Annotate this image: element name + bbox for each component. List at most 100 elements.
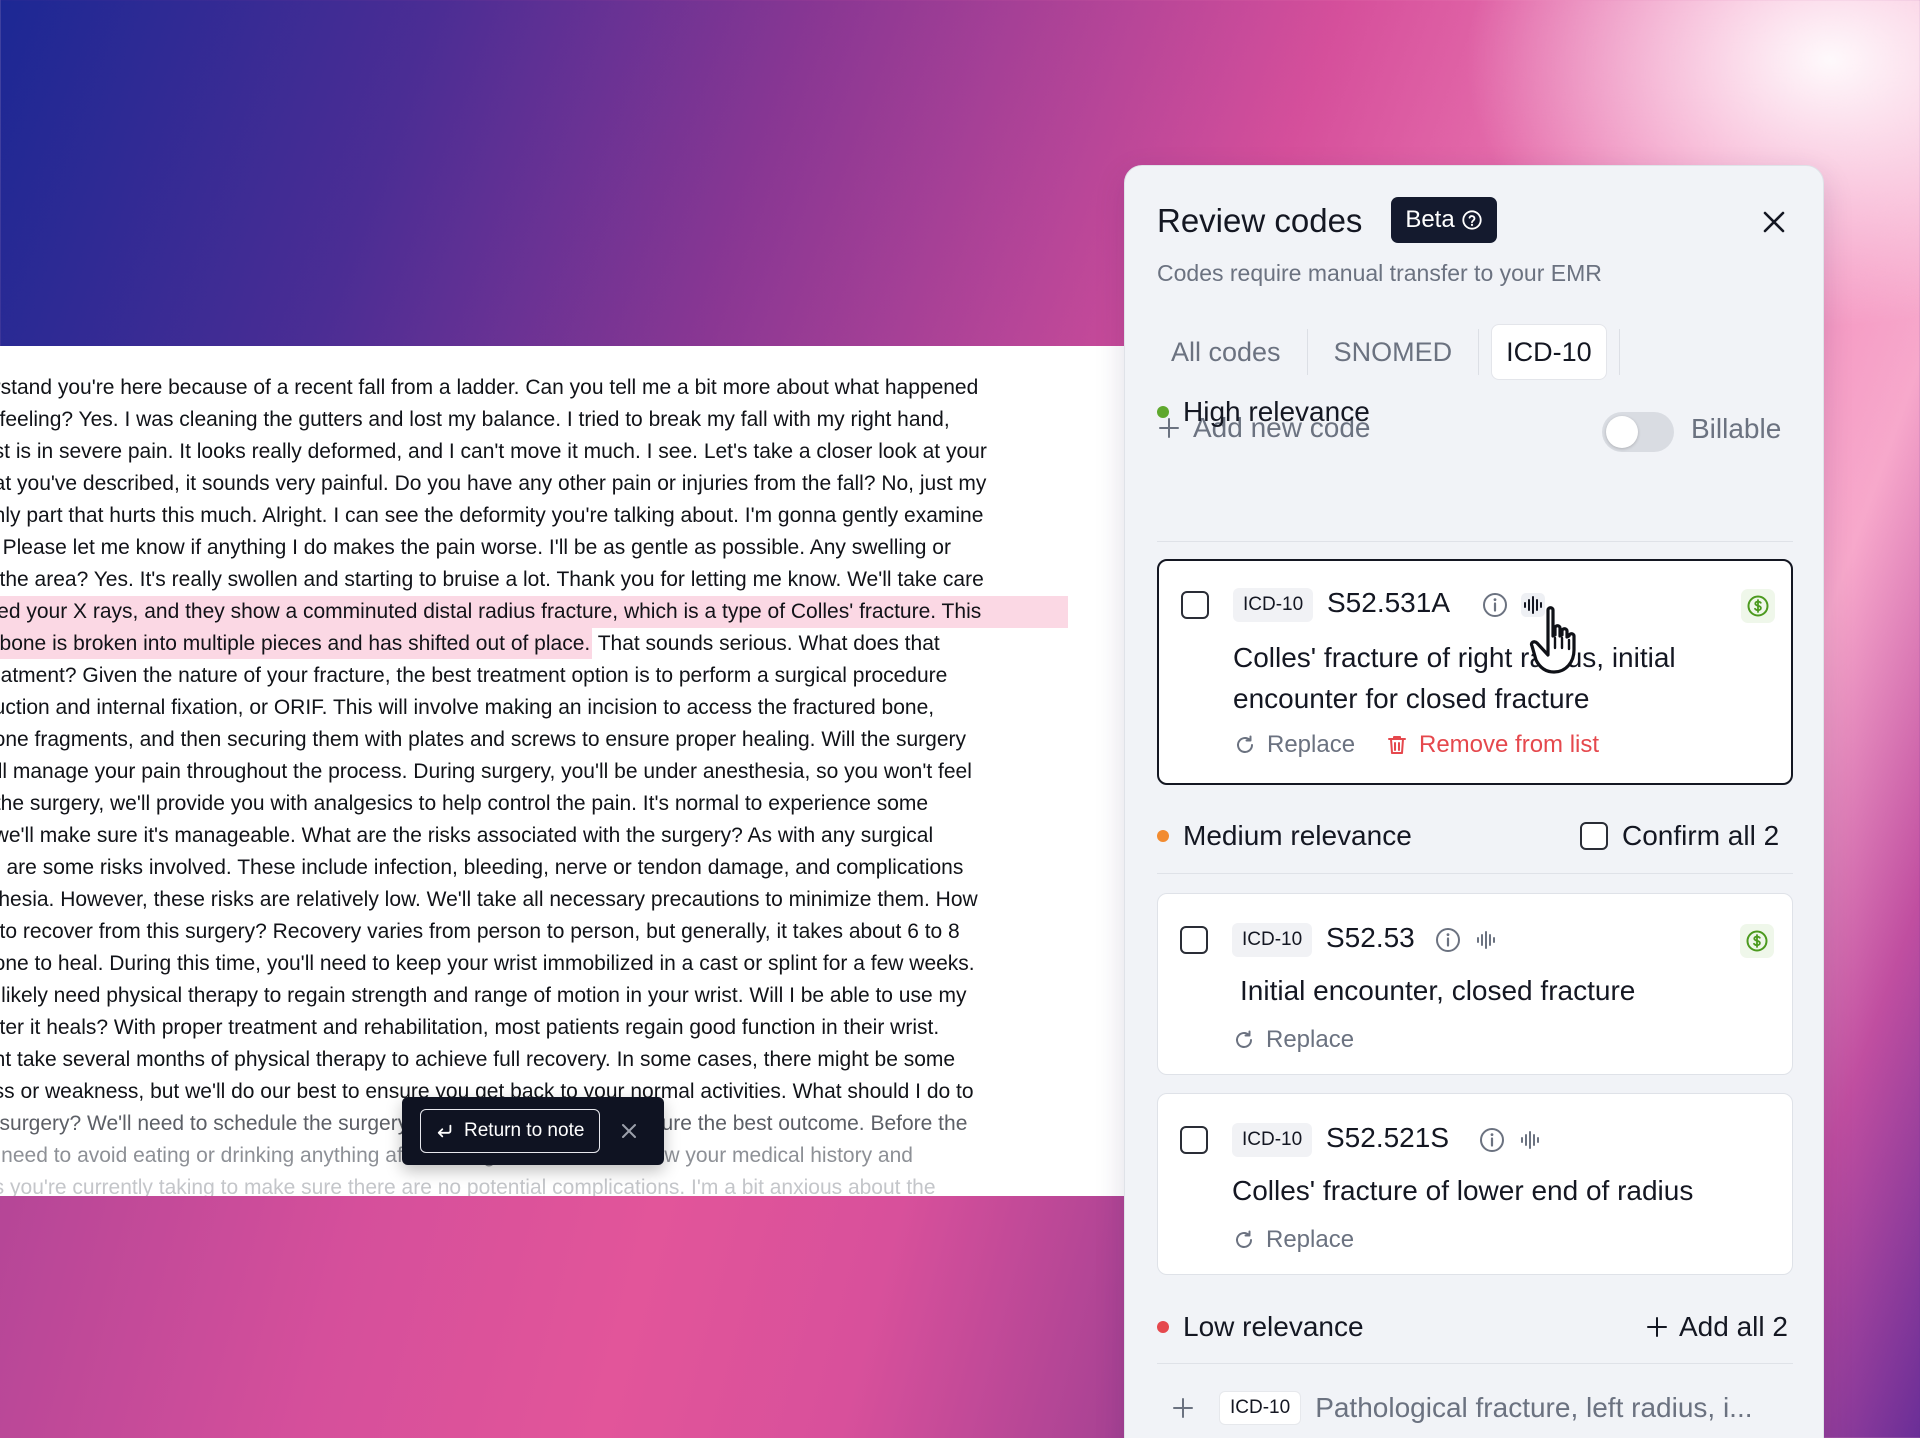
replace-button[interactable]: Replace: [1232, 1226, 1354, 1254]
code-system-tag: ICD-10: [1232, 1123, 1313, 1157]
status-dot-red: [1157, 1321, 1169, 1333]
section-medium-relevance: Medium relevance: [1157, 820, 1412, 852]
help-icon: [1462, 210, 1482, 230]
transcript-line: duction and internal fixation, or ORIF. …: [0, 696, 935, 719]
tab-snomed[interactable]: SNOMED: [1320, 324, 1467, 380]
add-all-label: Add all 2: [1679, 1311, 1788, 1342]
billable-icon: [1740, 924, 1774, 958]
return-to-note-label: Return to note: [464, 1120, 585, 1141]
transcript-line: erstand you're here because of a recent …: [0, 376, 979, 399]
close-icon[interactable]: [620, 1122, 638, 1140]
add-all-button[interactable]: Add all 2: [1645, 1311, 1788, 1343]
billable-toggle[interactable]: [1602, 412, 1674, 452]
transcript-line: e to recover from this surgery? Recovery…: [0, 920, 960, 943]
code-description: Pathological fracture, left radius, i...: [1315, 1392, 1753, 1423]
audio-waveform-icon[interactable]: [1472, 926, 1500, 954]
replace-button[interactable]: Replace: [1233, 731, 1355, 759]
transcript-line-highlighted[interactable]: wed your X rays, and they show a comminu…: [0, 596, 1068, 628]
refresh-icon: [1236, 1030, 1252, 1048]
tab-all-codes[interactable]: All codes: [1157, 324, 1295, 380]
code-description: Colles' fracture of right radius, initia…: [1233, 642, 1676, 714]
low-relevance-item[interactable]: ICD-10 Pathological fracture, left radiu…: [1157, 1391, 1793, 1425]
code-system-tag: ICD-10: [1232, 923, 1313, 957]
transcript-line: d the area? Yes. It's really swollen and…: [0, 568, 984, 591]
audio-waveform-icon[interactable]: [1516, 1126, 1544, 1154]
divider: [1157, 1363, 1793, 1364]
close-panel-icon[interactable]: [1761, 209, 1787, 235]
transcript-panel: erstand you're here because of a recent …: [0, 346, 1124, 1196]
code-card-s52-53[interactable]: ICD-10 S52.53 Initial encounter, closed …: [1157, 893, 1793, 1075]
panel-title: Review codes: [1157, 202, 1363, 239]
return-to-note-bar: Return to note: [402, 1097, 664, 1165]
section-label: Medium relevance: [1183, 820, 1412, 851]
select-checkbox[interactable]: [1180, 1126, 1208, 1154]
code-description: Colles' fracture of lower end of radius: [1232, 1175, 1694, 1206]
confirm-all-checkbox[interactable]: [1580, 822, 1608, 850]
code-number: S52.53: [1326, 922, 1415, 953]
code-number: S52.521S: [1326, 1122, 1449, 1153]
code-description: Initial encounter, closed fracture: [1240, 975, 1636, 1006]
replace-label: Replace: [1266, 1026, 1355, 1053]
divider: [1157, 873, 1793, 874]
remove-from-list-button[interactable]: Remove from list: [1385, 731, 1599, 759]
beta-label: Beta: [1405, 206, 1455, 233]
transcript-line: reatment? Given the nature of your fract…: [0, 664, 948, 687]
transcript-line: e'll manage your pain throughout the pro…: [0, 760, 972, 783]
replace-button[interactable]: Replace: [1232, 1026, 1354, 1054]
plus-icon[interactable]: [1171, 1396, 1195, 1420]
transcript-line: e bone is broken into multiple pieces an…: [0, 628, 1124, 660]
tab-divider: [1618, 329, 1620, 375]
code-tabs: All codes SNOMED ICD-10: [1157, 324, 1632, 380]
code-card-s52-531a[interactable]: ICD-10 S52.531A Colles' fracture of righ…: [1157, 559, 1793, 785]
code-card-s52-521s[interactable]: ICD-10 S52.521S Colles' fracture of lowe…: [1157, 1093, 1793, 1275]
status-dot-green: [1157, 406, 1169, 418]
return-arrow-icon: [437, 1124, 452, 1138]
confirm-all-button[interactable]: Confirm all 2: [1580, 820, 1779, 852]
select-checkbox[interactable]: [1180, 926, 1208, 954]
transcript-line: re are some risks involved. These includ…: [0, 856, 964, 879]
transcript-line: ght take several months of physical ther…: [0, 1048, 956, 1071]
transcript-line: after it heals? With proper treatment an…: [0, 1016, 940, 1039]
transcript-line: y. Please let me know if anything I do m…: [0, 536, 951, 559]
transcript-line: only part that hurts this much. Alright.…: [0, 504, 984, 527]
transcript-line: bone to heal. During this time, you'll n…: [0, 952, 975, 975]
trash-icon: [1388, 736, 1406, 754]
info-icon[interactable]: [1434, 926, 1462, 954]
transcript-line: ns you're currently taking to make sure …: [0, 1176, 936, 1196]
section-low-relevance: Low relevance: [1157, 1311, 1364, 1343]
review-codes-panel: Review codes Beta Codes require manual t…: [1124, 165, 1824, 1438]
billable-icon: [1741, 589, 1775, 623]
transcript-line: hat you've described, it sounds very pai…: [0, 472, 987, 495]
plus-icon: [1647, 1317, 1667, 1337]
transcript-line: 'll likely need physical therapy to rega…: [0, 984, 967, 1007]
transcript-line: bone fragments, and then securing them w…: [0, 728, 967, 751]
replace-label: Replace: [1266, 1226, 1355, 1253]
section-label: Low relevance: [1183, 1311, 1364, 1342]
replace-label: Replace: [1267, 731, 1356, 758]
tab-divider: [1306, 329, 1308, 375]
transcript-line: t we'll make sure it's manageable. What …: [0, 824, 934, 847]
divider: [1157, 541, 1793, 542]
transcript-line: e feeling? Yes. I was cleaning the gutte…: [0, 408, 950, 431]
transcript-line: r the surgery, we'll provide you with an…: [0, 792, 929, 815]
tab-icd-10[interactable]: ICD-10: [1491, 324, 1607, 380]
remove-label: Remove from list: [1419, 731, 1600, 758]
refresh-icon: [1236, 1230, 1252, 1248]
transcript-line-rest: That sounds serious. What does that: [592, 632, 940, 655]
select-checkbox[interactable]: [1181, 591, 1209, 619]
return-to-note-button[interactable]: Return to note: [420, 1109, 601, 1153]
beta-badge[interactable]: Beta: [1391, 197, 1497, 243]
toggle-knob: [1606, 416, 1638, 448]
info-icon[interactable]: [1478, 1126, 1506, 1154]
confirm-all-label: Confirm all 2: [1622, 820, 1780, 851]
panel-subtitle: Codes require manual transfer to your EM…: [1157, 260, 1602, 286]
hand-pointer-cursor-icon: [1529, 606, 1576, 674]
background-gradient-bottom: [0, 1195, 1140, 1438]
info-icon[interactable]: [1481, 591, 1509, 619]
transcript-text: erstand you're here because of a recent …: [0, 372, 1124, 1196]
code-system-tag: ICD-10: [1233, 588, 1314, 622]
transcript-line: rist is in severe pain. It looks really …: [0, 440, 987, 463]
tab-divider: [1478, 329, 1480, 375]
code-system-tag: ICD-10: [1219, 1391, 1302, 1425]
transcript-highlight[interactable]: e bone is broken into multiple pieces an…: [0, 628, 593, 659]
